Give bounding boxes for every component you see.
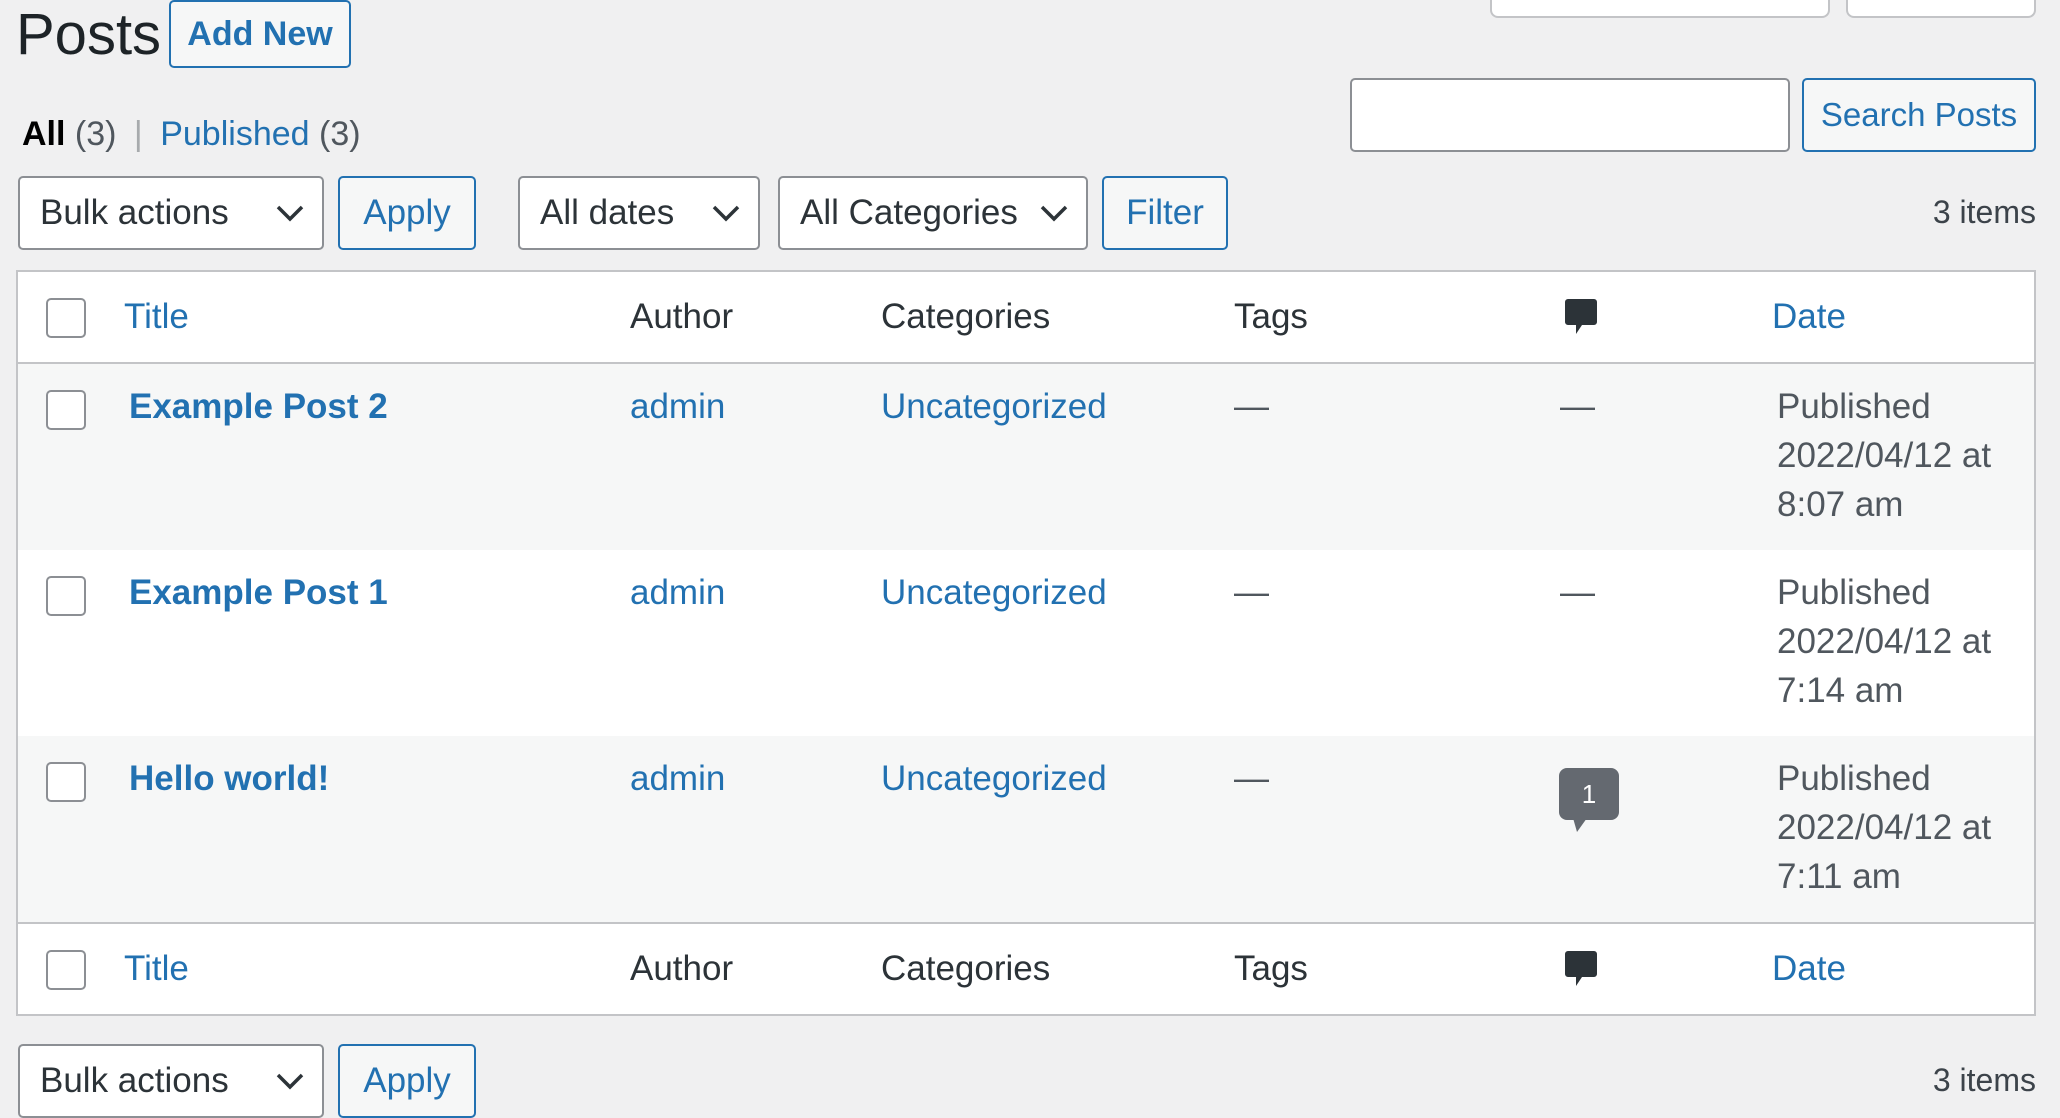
table-row: Hello world! admin Uncategorized — 1 Pub… — [18, 736, 2034, 922]
column-author: Author — [630, 949, 734, 988]
apply-button[interactable]: Apply — [338, 176, 476, 250]
column-categories: Categories — [881, 297, 1051, 336]
comment-bubble-icon[interactable] — [1564, 950, 1598, 992]
view-all[interactable]: All — [22, 115, 65, 153]
tags-value: — — [1234, 573, 1269, 612]
comment-bubble-icon[interactable] — [1564, 298, 1598, 340]
date-value: 2022/04/12 at — [1777, 808, 1992, 847]
table-row: Example Post 2 admin Uncategorized — — P… — [18, 364, 2034, 550]
chevron-down-icon — [276, 205, 304, 222]
tags-value: — — [1234, 759, 1269, 798]
page-title: Posts — [16, 2, 162, 67]
screen-options-button[interactable] — [1490, 0, 1830, 18]
filter-button[interactable]: Filter — [1102, 176, 1228, 250]
time-value: 8:07 am — [1777, 485, 1904, 524]
row-checkbox[interactable] — [46, 762, 86, 802]
author-link[interactable]: admin — [630, 754, 725, 803]
column-date-sort[interactable]: Date — [1772, 292, 1846, 341]
view-all-count: (3) — [74, 115, 117, 153]
category-link[interactable]: Uncategorized — [881, 754, 1107, 803]
category-link[interactable]: Uncategorized — [881, 568, 1107, 617]
column-title-sort[interactable]: Title — [124, 944, 189, 993]
items-count: 3 items — [1932, 194, 2036, 230]
table-header: Title Author Categories Tags Date — [18, 272, 2034, 364]
date-status: Published — [1777, 759, 1931, 798]
column-tags: Tags — [1234, 297, 1308, 336]
apply-button-bottom[interactable]: Apply — [338, 1044, 476, 1118]
comment-count-badge[interactable]: 1 — [1559, 768, 1619, 832]
table-footer: Title Author Categories Tags Date — [18, 922, 2034, 1014]
date-status: Published — [1777, 573, 1931, 612]
date-value: 2022/04/12 at — [1777, 622, 1992, 661]
tags-value: — — [1234, 387, 1269, 426]
view-published[interactable]: Published — [160, 115, 309, 153]
chevron-down-icon — [712, 205, 740, 222]
select-all-checkbox[interactable] — [46, 298, 86, 338]
date-status: Published — [1777, 387, 1931, 426]
categories-filter-select[interactable]: All Categories — [778, 176, 1088, 250]
column-date-sort[interactable]: Date — [1772, 944, 1846, 993]
dates-filter-select[interactable]: All dates — [518, 176, 760, 250]
post-title-link[interactable]: Example Post 2 — [129, 382, 388, 431]
column-title-sort[interactable]: Title — [124, 292, 189, 341]
posts-table: Title Author Categories Tags Date Exampl… — [16, 270, 2036, 1016]
search-input[interactable] — [1350, 78, 1790, 152]
bulk-actions-label: Bulk actions — [40, 193, 229, 232]
chevron-down-icon — [276, 1073, 304, 1090]
dates-filter-label: All dates — [540, 193, 675, 232]
search-posts-button[interactable]: Search Posts — [1802, 78, 2036, 152]
column-tags: Tags — [1234, 949, 1308, 988]
post-title-link[interactable]: Hello world! — [129, 754, 329, 803]
view-published-count: (3) — [319, 115, 361, 153]
bulk-actions-select-bottom[interactable]: Bulk actions — [18, 1044, 324, 1118]
select-all-checkbox[interactable] — [46, 950, 86, 990]
help-button[interactable] — [1846, 0, 2036, 18]
time-value: 7:11 am — [1777, 857, 1901, 896]
author-link[interactable]: admin — [630, 382, 725, 431]
column-categories: Categories — [881, 949, 1051, 988]
table-row: Example Post 1 admin Uncategorized — — P… — [18, 550, 2034, 736]
row-checkbox[interactable] — [46, 390, 86, 430]
row-checkbox[interactable] — [46, 576, 86, 616]
items-count-bottom: 3 items — [1932, 1062, 2036, 1098]
author-link[interactable]: admin — [630, 568, 725, 617]
category-link[interactable]: Uncategorized — [881, 382, 1107, 431]
comments-value: — — [1560, 573, 1595, 612]
time-value: 7:14 am — [1777, 671, 1904, 710]
column-author: Author — [630, 297, 734, 336]
date-value: 2022/04/12 at — [1777, 436, 1992, 475]
post-title-link[interactable]: Example Post 1 — [129, 568, 388, 617]
bulk-actions-label: Bulk actions — [40, 1061, 229, 1100]
chevron-down-icon — [1040, 205, 1068, 222]
bulk-actions-select[interactable]: Bulk actions — [18, 176, 324, 250]
categories-filter-label: All Categories — [800, 193, 1018, 232]
add-new-button[interactable]: Add New — [169, 0, 351, 68]
status-views: All (3) | Published (3) — [22, 112, 361, 156]
view-separator: | — [133, 115, 143, 153]
comments-value: — — [1560, 387, 1595, 426]
